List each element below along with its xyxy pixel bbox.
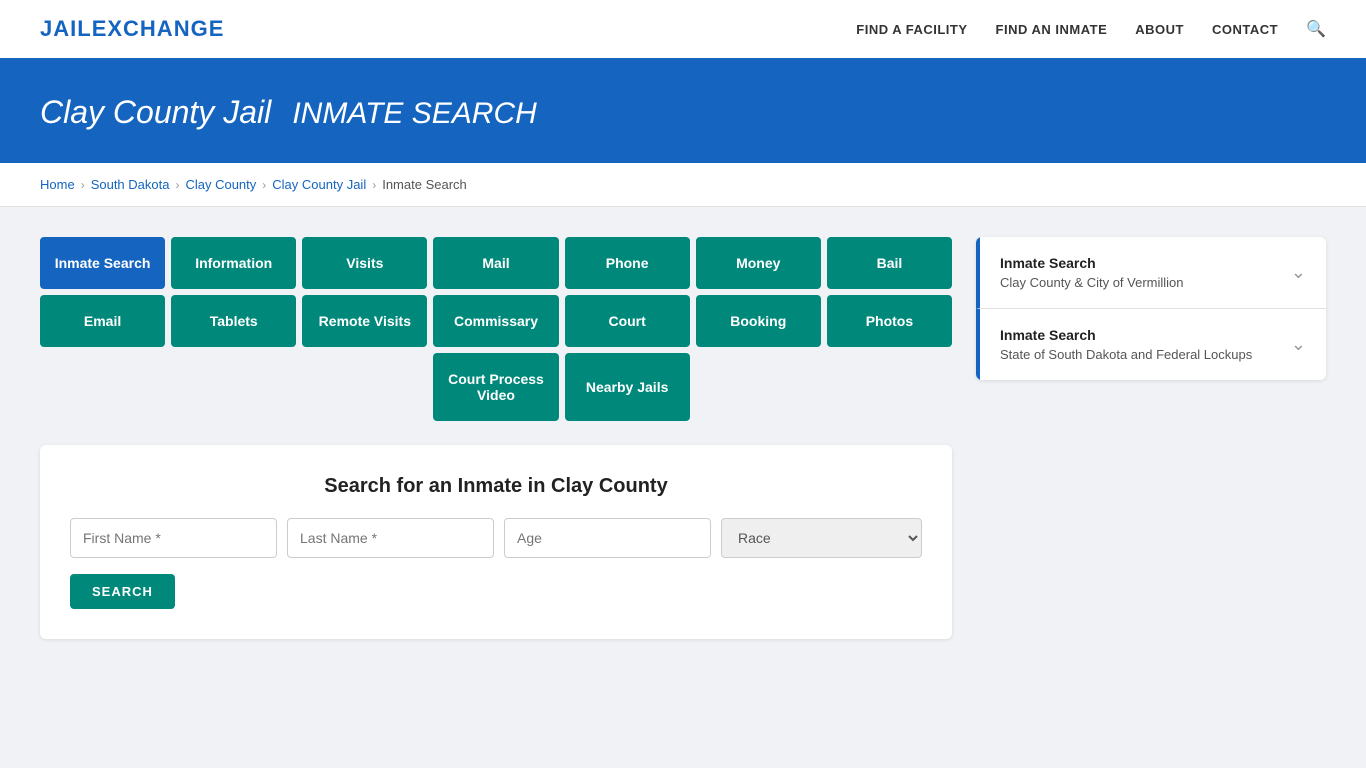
sidebar-item-1-chevron: ⌄	[1291, 262, 1306, 283]
btn-information[interactable]: Information	[171, 237, 296, 289]
breadcrumb: Home › South Dakota › Clay County › Clay…	[0, 163, 1366, 207]
btn-money[interactable]: Money	[696, 237, 821, 289]
header-search-icon[interactable]: 🔍	[1306, 19, 1326, 39]
nav-find-inmate[interactable]: FIND AN INMATE	[996, 22, 1108, 37]
sidebar-item-2-title: Inmate Search	[1000, 327, 1252, 343]
last-name-input[interactable]	[287, 518, 494, 558]
nav-find-facility[interactable]: FIND A FACILITY	[856, 22, 967, 37]
sidebar-item-2-text: Inmate Search State of South Dakota and …	[1000, 327, 1252, 362]
sidebar-item-2[interactable]: Inmate Search State of South Dakota and …	[976, 309, 1326, 380]
left-column: Inmate Search Information Visits Mail Ph…	[40, 237, 952, 639]
nav-buttons-row3: Court Process Video Nearby Jails	[40, 353, 952, 421]
btn-nearby-jails[interactable]: Nearby Jails	[565, 353, 690, 421]
page-title-sub: INMATE SEARCH	[292, 97, 536, 130]
age-input[interactable]	[504, 518, 711, 558]
breadcrumb-south-dakota[interactable]: South Dakota	[91, 177, 170, 192]
site-logo[interactable]: JAILEXCHANGE	[40, 16, 224, 42]
btn-remote-visits[interactable]: Remote Visits	[302, 295, 427, 347]
search-form-title: Search for an Inmate in Clay County	[70, 475, 922, 498]
btn-commissary[interactable]: Commissary	[433, 295, 558, 347]
sidebar-item-2-chevron: ⌄	[1291, 334, 1306, 355]
btn-court-process-video[interactable]: Court Process Video	[433, 353, 558, 421]
breadcrumb-current: Inmate Search	[382, 177, 467, 192]
breadcrumb-sep-3: ›	[262, 178, 266, 192]
sidebar-card: Inmate Search Clay County & City of Verm…	[976, 237, 1326, 380]
sidebar-item-1-title: Inmate Search	[1000, 255, 1184, 271]
logo-exchange: EXCHANGE	[92, 16, 225, 41]
breadcrumb-clay-county-jail[interactable]: Clay County Jail	[272, 177, 366, 192]
search-card: Search for an Inmate in Clay County Race…	[40, 445, 952, 639]
btn-visits[interactable]: Visits	[302, 237, 427, 289]
race-select[interactable]: Race White Black Hispanic Asian Native A…	[721, 518, 922, 558]
btn-inmate-search[interactable]: Inmate Search	[40, 237, 165, 289]
sidebar-item-2-subtitle: State of South Dakota and Federal Lockup…	[1000, 347, 1252, 362]
btn-booking[interactable]: Booking	[696, 295, 821, 347]
first-name-input[interactable]	[70, 518, 277, 558]
hero-banner: Clay County Jail INMATE SEARCH	[0, 60, 1366, 163]
btn-tablets[interactable]: Tablets	[171, 295, 296, 347]
breadcrumb-home[interactable]: Home	[40, 177, 75, 192]
page-title: Clay County Jail INMATE SEARCH	[40, 90, 1326, 133]
breadcrumb-sep-2: ›	[175, 178, 179, 192]
sidebar-item-1-subtitle: Clay County & City of Vermillion	[1000, 275, 1184, 290]
search-submit-button[interactable]: SEARCH	[70, 574, 175, 609]
nav-buttons-row1: Inmate Search Information Visits Mail Ph…	[40, 237, 952, 289]
btn-mail[interactable]: Mail	[433, 237, 558, 289]
page-title-main: Clay County Jail	[40, 94, 271, 130]
btn-court[interactable]: Court	[565, 295, 690, 347]
nav-contact[interactable]: CONTACT	[1212, 22, 1278, 37]
btn-photos[interactable]: Photos	[827, 295, 952, 347]
nav-buttons-row2: Email Tablets Remote Visits Commissary C…	[40, 295, 952, 347]
right-sidebar: Inmate Search Clay County & City of Verm…	[976, 237, 1326, 380]
main-content: Inmate Search Information Visits Mail Ph…	[0, 207, 1366, 669]
sidebar-item-1[interactable]: Inmate Search Clay County & City of Verm…	[976, 237, 1326, 309]
sidebar-item-1-text: Inmate Search Clay County & City of Verm…	[1000, 255, 1184, 290]
breadcrumb-clay-county[interactable]: Clay County	[185, 177, 256, 192]
site-header: JAILEXCHANGE FIND A FACILITY FIND AN INM…	[0, 0, 1366, 60]
breadcrumb-sep-4: ›	[372, 178, 376, 192]
btn-email[interactable]: Email	[40, 295, 165, 347]
nav-about[interactable]: ABOUT	[1135, 22, 1184, 37]
main-nav: FIND A FACILITY FIND AN INMATE ABOUT CON…	[856, 19, 1326, 39]
btn-bail[interactable]: Bail	[827, 237, 952, 289]
breadcrumb-sep-1: ›	[81, 178, 85, 192]
logo-jail: JAIL	[40, 16, 92, 41]
search-fields: Race White Black Hispanic Asian Native A…	[70, 518, 922, 558]
btn-phone[interactable]: Phone	[565, 237, 690, 289]
